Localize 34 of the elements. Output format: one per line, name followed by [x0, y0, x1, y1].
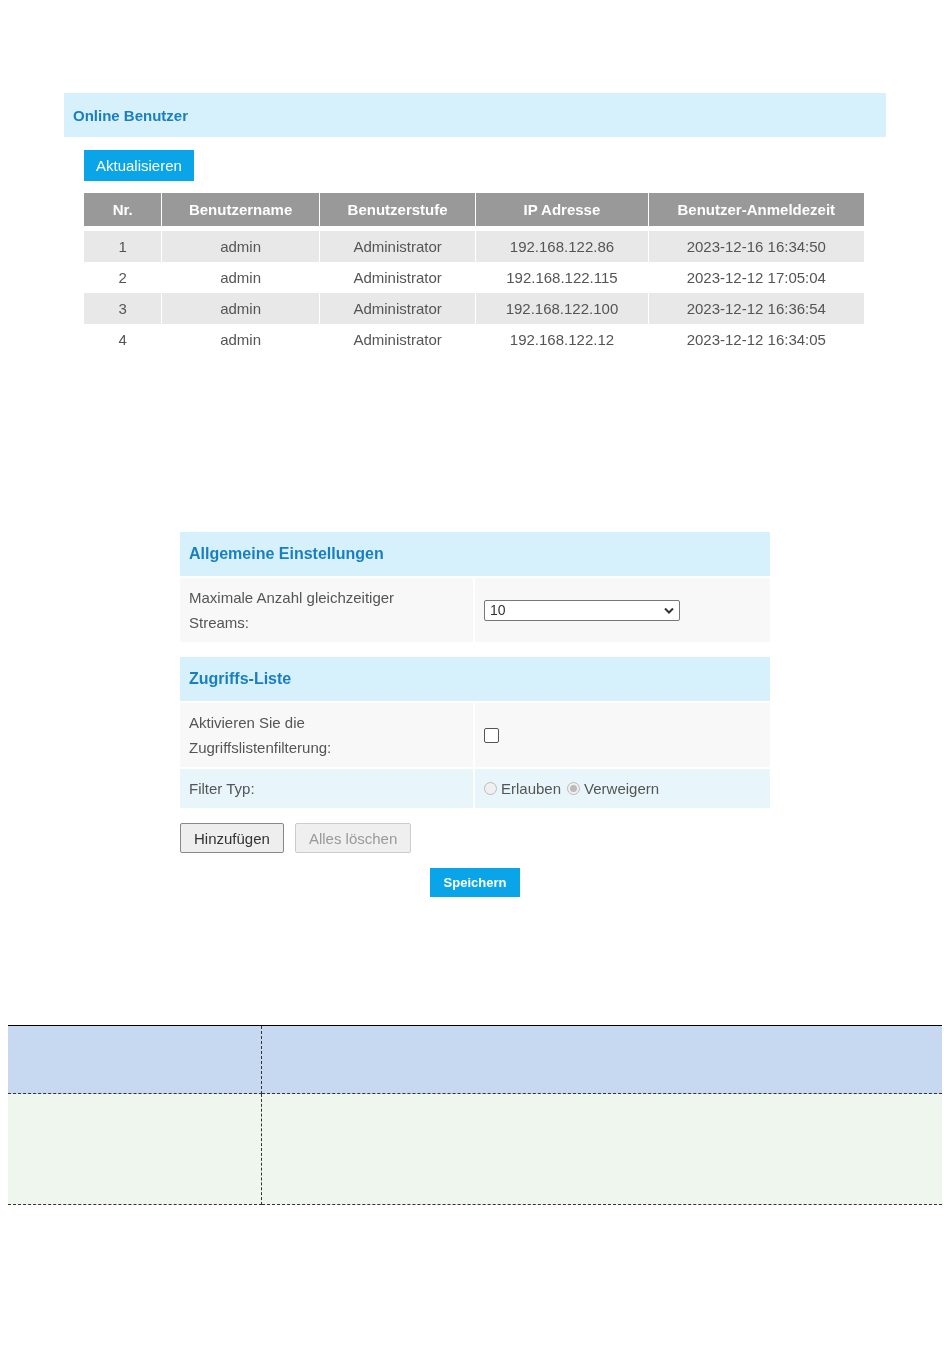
table-cell: 192.168.122.86 — [476, 231, 648, 262]
table-cell: 1 — [84, 231, 162, 262]
table-cell-text: 4 — [117, 330, 128, 350]
table-cell: 2023-12-12 16:36:54 — [648, 293, 864, 324]
table-cell: 192.168.122.100 — [476, 293, 648, 324]
checkbox[interactable] — [484, 727, 499, 743]
table-cell-text: 2023-12-12 17:05:04 — [685, 268, 827, 288]
table-cell: Administrator — [319, 231, 476, 262]
table-cell-text: Administrator — [352, 268, 443, 288]
table-cell: Administrator — [319, 293, 476, 324]
radio-label: Erlauben — [501, 779, 562, 799]
section-title: Zugriffs-Liste — [189, 670, 292, 688]
table-cell-text: 192.168.122.12 — [508, 330, 616, 350]
table-cell: admin — [162, 293, 319, 324]
table-cell-text: Administrator — [352, 330, 443, 350]
refresh-button[interactable]: Aktualisieren — [84, 150, 194, 181]
table-cell-text: 2 — [117, 268, 128, 288]
dropdown[interactable]: 10 — [484, 599, 680, 621]
save-button[interactable]: Speichern — [429, 868, 521, 897]
section-title: Allgemeine Einstellungen — [189, 545, 384, 563]
table-cell-text: admin — [219, 268, 263, 288]
field-label: Aktivieren Sie die Zugriffslistenfilterung: — [189, 713, 333, 758]
table-cell-text: admin — [219, 330, 263, 350]
table-cell-text: 192.168.122.115 — [505, 268, 619, 288]
table-cell-text: 2023-12-12 16:34:05 — [685, 330, 827, 350]
radio-label: Verweigern — [584, 779, 660, 799]
field-label: Maximale Anzahl gleichzeitiger Streams: — [189, 588, 396, 633]
table-cell: 3 — [84, 293, 162, 324]
panel-title: Online Benutzer — [73, 106, 188, 124]
action-button[interactable]: Hinzufügen — [180, 823, 284, 853]
field-label: Filter Typ: — [189, 779, 255, 799]
chevron-icon — [664, 606, 674, 614]
table-cell: 2023-12-16 16:34:50 — [648, 231, 864, 262]
table-cell: admin — [162, 231, 319, 262]
